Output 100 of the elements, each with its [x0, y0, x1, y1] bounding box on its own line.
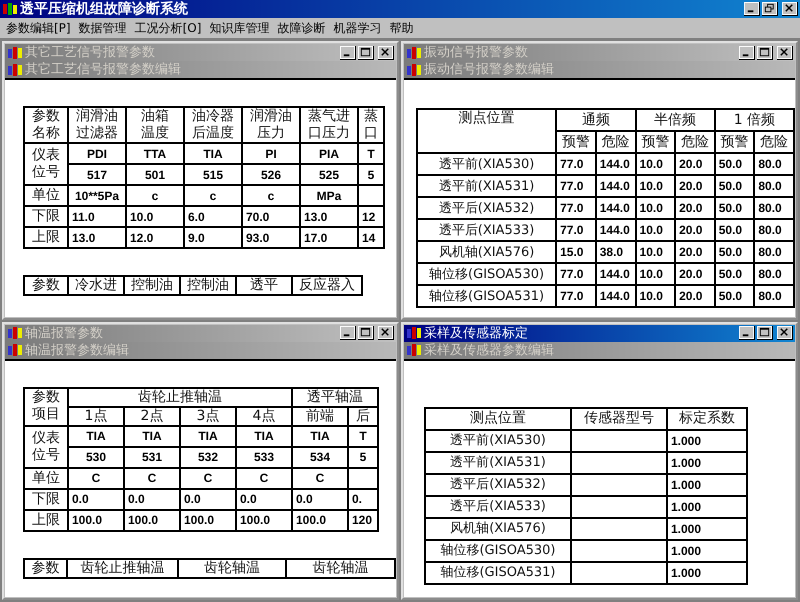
- table-cell: 515: [184, 164, 242, 185]
- table-cell: 透平前(XIA530): [417, 153, 556, 175]
- column-header: 油冷器 后温度: [184, 107, 242, 143]
- table-cell: 10**5Pa: [68, 185, 126, 206]
- column-header: 油箱 温度: [126, 107, 184, 143]
- table-cell: 10.0: [636, 175, 676, 197]
- maximize-icon[interactable]: [358, 46, 374, 60]
- table-cell: 100.0: [68, 510, 124, 530]
- table-cell: c: [184, 185, 242, 206]
- table-cell: 93.0: [242, 227, 300, 248]
- row-label: 参数: [24, 558, 68, 578]
- column-header: 1点: [68, 406, 124, 426]
- column-header: 2点: [124, 406, 180, 426]
- column-header: 4点: [236, 406, 292, 426]
- table-cell: PDI: [68, 143, 126, 164]
- table-cell: 9.0: [184, 227, 242, 248]
- table-cell: C: [180, 468, 236, 488]
- table-cell: 50.0: [714, 285, 754, 307]
- menu-item[interactable]: 故障诊断: [275, 19, 332, 37]
- window-icon: [406, 325, 422, 341]
- row-label: 单位: [24, 185, 68, 206]
- window-icon: [7, 44, 23, 60]
- minimize-icon[interactable]: [340, 326, 356, 340]
- table-cell: 透平后(XIA533): [417, 219, 556, 241]
- table-cell: 144.0: [596, 263, 636, 285]
- column-header: 危险: [675, 131, 715, 153]
- table-cell: 10.0: [636, 197, 676, 219]
- column-header: 齿轮轴温: [178, 558, 286, 578]
- menu-item[interactable]: 知识库管理: [207, 19, 276, 37]
- row-label: 单位: [24, 468, 68, 488]
- menu-item[interactable]: 参数编辑[P]: [4, 19, 77, 37]
- table-cell: 12.0: [126, 227, 184, 248]
- close-icon[interactable]: [378, 326, 394, 340]
- minimize-icon[interactable]: [739, 46, 755, 60]
- row-label: 仪表 位号: [24, 426, 68, 468]
- maximize-icon[interactable]: [757, 46, 773, 60]
- table-cell: 120: [348, 510, 378, 530]
- close-icon[interactable]: [777, 326, 793, 340]
- table-cell: 17.0: [300, 227, 358, 248]
- table-cell: 透平前(XIA531): [417, 175, 556, 197]
- table-cell: c: [126, 185, 184, 206]
- column-header: 危险: [596, 131, 636, 153]
- column-header: 冷水进: [68, 276, 124, 295]
- menu-item[interactable]: 数据管理: [76, 19, 133, 37]
- table-cell: 10.0: [636, 285, 676, 307]
- table-cell: TIA: [184, 143, 242, 164]
- table-cell: 透平后(XIA532): [425, 474, 571, 496]
- table-cell: 80.0: [754, 285, 794, 307]
- table-cell: 20.0: [675, 175, 715, 197]
- window-icon: [7, 62, 23, 78]
- table-cell: 50.0: [714, 153, 754, 175]
- table-cell: c: [242, 185, 300, 206]
- row-label: 参数: [24, 276, 68, 295]
- table-cell: 透平后(XIA532): [417, 197, 556, 219]
- table-cell: TIA: [68, 426, 124, 446]
- table-cell: 526: [242, 164, 300, 185]
- table-cell: 5: [348, 446, 378, 468]
- window-icon: [7, 342, 23, 358]
- menu-item[interactable]: 工况分析[O]: [132, 19, 208, 37]
- maximize-icon[interactable]: [757, 326, 773, 340]
- table-cell: 轴位移(GISOA531): [417, 285, 556, 307]
- table-cell: T: [348, 426, 378, 446]
- maximize-icon[interactable]: [358, 326, 374, 340]
- table-cell: 50.0: [714, 241, 754, 263]
- table-cell: 50.0: [714, 197, 754, 219]
- table-cell: TIA: [292, 426, 348, 446]
- form-title: 轴温报警参数编辑: [25, 342, 129, 358]
- column-header: 润滑油 过滤器: [68, 107, 126, 143]
- close-icon[interactable]: [378, 46, 394, 60]
- table-cell: 144.0: [596, 197, 636, 219]
- menu-item[interactable]: 机器学习: [331, 19, 388, 37]
- minimize-icon[interactable]: [340, 46, 356, 60]
- close-icon[interactable]: [777, 46, 793, 60]
- table-cell: 531: [124, 446, 180, 468]
- table-cell: TIA: [124, 426, 180, 446]
- menu-item[interactable]: 帮助: [387, 19, 420, 37]
- column-header: 齿轮轴温: [286, 558, 395, 578]
- table-cell: 透平后(XIA533): [425, 496, 571, 518]
- window-title: 轴温报警参数: [25, 326, 103, 340]
- row-label: 上限: [24, 227, 68, 248]
- table-cell: 10.0: [636, 219, 676, 241]
- table-cell: 10.0: [636, 263, 676, 285]
- minimize-icon[interactable]: [744, 2, 760, 16]
- table-cell: 风机轴(XIA576): [417, 241, 556, 263]
- table-cell: 轴位移(GISOA531): [425, 562, 571, 584]
- close-icon[interactable]: [782, 2, 798, 16]
- table-cell: C: [292, 468, 348, 488]
- table-cell: 80.0: [754, 197, 794, 219]
- table-cell: 20.0: [675, 197, 715, 219]
- table-cell: 501: [126, 164, 184, 185]
- restore-icon[interactable]: [762, 2, 778, 16]
- table-cell: 517: [68, 164, 126, 185]
- table-cell: 77.0: [556, 197, 596, 219]
- table-cell: 5: [358, 164, 384, 185]
- column-header: 测点位置: [417, 109, 556, 153]
- minimize-icon[interactable]: [739, 326, 755, 340]
- table-cell: T: [358, 143, 384, 164]
- column-header: 传感器型号: [571, 408, 667, 430]
- table-cell: 11.0: [68, 206, 126, 227]
- window-icon: [7, 325, 23, 341]
